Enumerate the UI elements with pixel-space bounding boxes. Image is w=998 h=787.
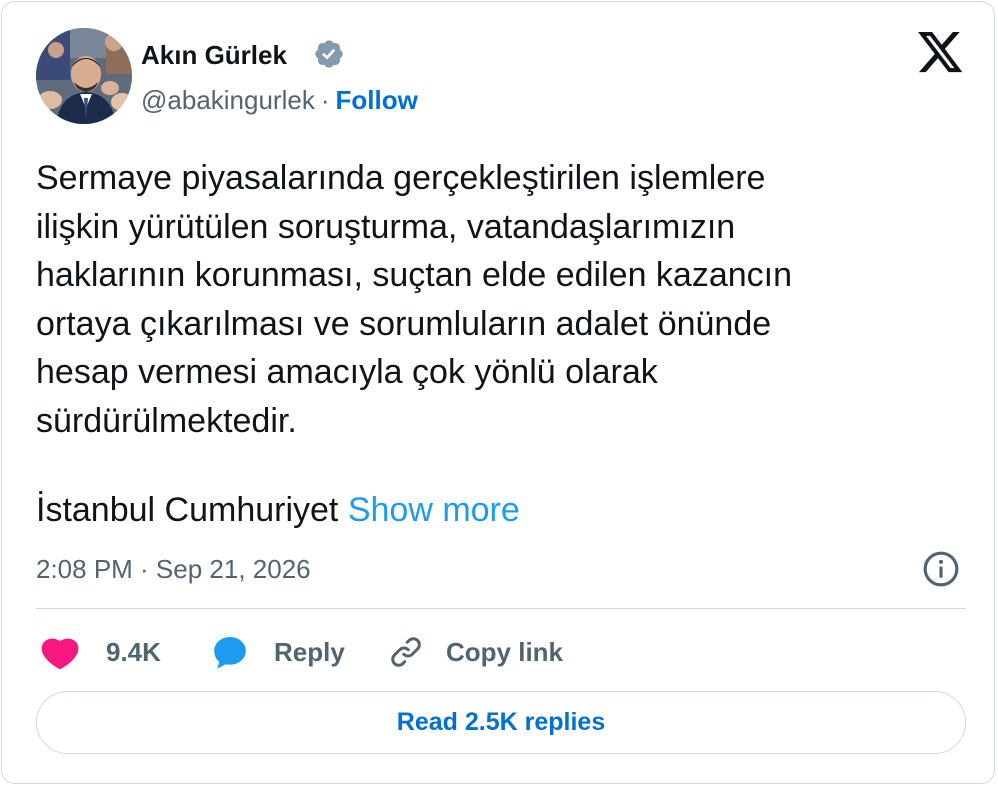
tweet-timestamp[interactable]: 2:08 PM · Sep 21, 2026 (36, 554, 311, 585)
tweet-text: Sermaye piyasalarında gerçekleştirilen i… (36, 159, 793, 440)
author-name[interactable]: Akın Gürlek (141, 40, 287, 71)
avatar-photo (36, 28, 132, 124)
heart-icon (41, 638, 79, 670)
divider (36, 608, 966, 609)
x-logo-icon[interactable] (918, 32, 964, 74)
copy-link-button[interactable]: Copy link (388, 628, 563, 676)
author-handle-row: @abakingurlek · Follow (141, 85, 418, 116)
reply-label: Reply (274, 636, 345, 667)
link-icon (391, 637, 421, 667)
tweet-text-continued: İstanbul Cumhuriyet Show more (36, 486, 520, 534)
follow-button[interactable]: Follow (336, 85, 418, 115)
info-icon[interactable] (922, 550, 960, 588)
like-button[interactable]: 9.4K (40, 628, 161, 676)
reply-bubble-icon (214, 636, 246, 669)
tweet-truncated-text: İstanbul Cumhuriyet (36, 491, 339, 529)
avatar[interactable] (36, 28, 132, 124)
embedded-tweet-card: Akın Gürlek @abakingurlek · Follow Sermaye… (1, 1, 995, 784)
read-replies-button[interactable]: Read 2.5K replies (36, 691, 966, 754)
reply-button[interactable]: Reply (210, 628, 345, 676)
like-count: 9.4K (106, 636, 161, 667)
show-more-link[interactable]: Show more (348, 491, 520, 529)
copy-link-label: Copy link (446, 636, 564, 667)
verified-badge-icon (315, 40, 343, 68)
author-handle[interactable]: @abakingurlek (141, 85, 315, 115)
handle-separator: · (320, 85, 330, 115)
